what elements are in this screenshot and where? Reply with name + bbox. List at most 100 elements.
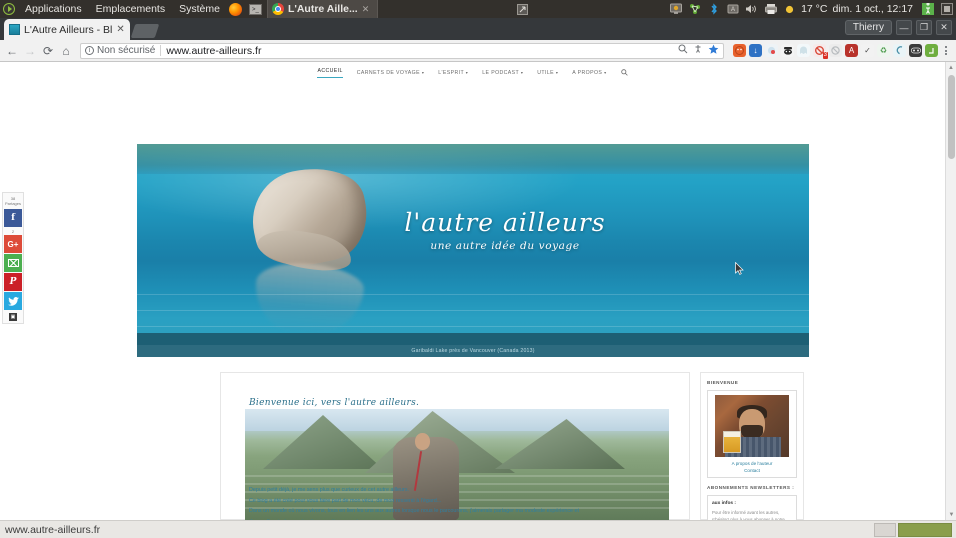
nav-item-le-podcast[interactable]: LE PODCAST ▾: [482, 70, 523, 76]
facebook-share-button[interactable]: f: [4, 209, 22, 227]
privacy-badger-icon[interactable]: [781, 44, 794, 57]
evernote-icon[interactable]: [893, 44, 906, 57]
tab-title: L'Autre Ailleurs - Bl: [24, 23, 113, 36]
hero-reflection: [252, 260, 366, 340]
article-paragraph: Dans un monde où nous vivons, tous en li…: [249, 508, 580, 515]
share-more-button[interactable]: ▣: [9, 313, 17, 321]
search-icon[interactable]: [678, 44, 688, 57]
taskbar-window-chrome[interactable]: L'Autre Aille... ✕: [266, 0, 379, 18]
omnibox-actions: [678, 44, 719, 58]
security-badge[interactable]: i Non sécurisé: [85, 45, 155, 56]
panel-menu-systeme[interactable]: Système: [172, 0, 227, 18]
screenshot-icon[interactable]: [765, 44, 778, 57]
site-favicon: [9, 24, 20, 35]
clock-label[interactable]: dim. 1 oct., 12:17: [827, 3, 918, 15]
nav-item-carnets-de-voyage[interactable]: CARNETS DE VOYAGE ▾: [357, 70, 424, 76]
browser-toolbar: ← → ⟳ ⌂ i Non sécurisé www.autre-ailleur…: [0, 40, 956, 62]
about-author-link[interactable]: A propos de l'auteur: [712, 461, 792, 466]
chrome-icon: [271, 3, 284, 15]
scrollbar-thumb[interactable]: [948, 75, 955, 159]
nav-item-lesprit[interactable]: L'ESPRIT ▾: [438, 70, 468, 76]
printer-icon[interactable]: [763, 1, 778, 17]
recycle-icon[interactable]: ♻: [877, 44, 890, 57]
taskbar-window-active[interactable]: [898, 522, 952, 537]
display-icon[interactable]: [668, 1, 683, 17]
article-paragraph: Depuis petit déjà, je me sens plus que c…: [249, 487, 410, 493]
panel-menu-applications[interactable]: Applications: [18, 0, 89, 18]
minimize-button[interactable]: —: [896, 20, 912, 35]
vertical-scrollbar[interactable]: ▲ ▼: [945, 62, 956, 520]
nav-item-utile[interactable]: UTILE ▾: [537, 70, 558, 76]
newsletter-heading: aux infos :: [712, 501, 736, 506]
window-controls: Thierry — ❐ ✕: [844, 20, 952, 35]
twitter-share-button[interactable]: [4, 292, 22, 310]
ghostery-icon[interactable]: [797, 44, 810, 57]
translate-icon[interactable]: [694, 44, 702, 57]
close-icon[interactable]: ✕: [362, 4, 370, 15]
accessibility-icon[interactable]: [920, 1, 935, 17]
omnibox-divider: [160, 45, 162, 56]
url-text: www.autre-ailleurs.fr: [166, 44, 262, 57]
download-manager-icon[interactable]: ↓: [749, 44, 762, 57]
close-button[interactable]: ✕: [936, 20, 952, 35]
keyboard-icon[interactable]: A: [725, 1, 740, 17]
search-icon[interactable]: [620, 68, 628, 78]
forward-button[interactable]: →: [22, 43, 38, 59]
lastpass-icon[interactable]: [909, 44, 922, 57]
session-buddy-icon[interactable]: [925, 44, 938, 57]
new-tab-button[interactable]: [130, 24, 160, 38]
taskbar-window-other[interactable]: [874, 522, 896, 537]
network-icon[interactable]: [687, 1, 702, 17]
scroll-down-arrow[interactable]: ▼: [946, 509, 956, 520]
page-sidebar: BIENVENUE A propos de l'auteur Contact A…: [700, 372, 804, 520]
firefox-icon[interactable]: [228, 1, 245, 17]
back-button[interactable]: ←: [4, 43, 20, 59]
pdf-viewer-icon[interactable]: A: [845, 44, 858, 57]
close-icon[interactable]: ✕: [116, 24, 124, 35]
bluetooth-icon[interactable]: [706, 1, 721, 17]
author-photo: [715, 395, 789, 457]
email-share-button[interactable]: [4, 254, 22, 272]
nav-item-a-propos[interactable]: A PROPOS ▾: [572, 70, 606, 76]
ublock-icon[interactable]: 3: [813, 44, 828, 59]
workspace-switcher-icon[interactable]: [515, 1, 530, 17]
extension-toolbar: ↓ 3 A ✓ ♻: [730, 44, 938, 59]
chrome-menu-icon[interactable]: [940, 46, 952, 55]
info-icon: i: [85, 46, 94, 55]
hero-shoreline: [137, 144, 809, 174]
pinterest-share-button[interactable]: P: [4, 273, 22, 291]
hero-title: l'autre ailleurs: [404, 208, 606, 237]
googleplus-share-button[interactable]: G+: [4, 235, 22, 253]
system-logo-icon[interactable]: [0, 0, 18, 18]
adblock-icon[interactable]: [733, 44, 746, 57]
tasks-icon[interactable]: ✓: [861, 44, 874, 57]
hero-bottom-bar: [137, 333, 809, 345]
scroll-up-arrow[interactable]: ▲: [946, 62, 956, 73]
contact-link[interactable]: Contact: [712, 468, 792, 473]
page-viewport: ACCUEIL CARNETS DE VOYAGE ▾ L'ESPRIT ▾ L…: [0, 62, 956, 520]
browser-tab[interactable]: L'Autre Ailleurs - Bl ✕: [4, 19, 130, 40]
svg-text:A: A: [731, 7, 735, 13]
author-widget: A propos de l'auteur Contact: [707, 390, 797, 478]
nav-item-accueil[interactable]: ACCUEIL: [317, 68, 343, 78]
maximize-button[interactable]: ❐: [916, 20, 932, 35]
volume-icon[interactable]: [744, 1, 759, 17]
reload-button[interactable]: ⟳: [40, 43, 56, 59]
article-paragraph: Ce blog a été créé pour vous faire part …: [249, 497, 442, 504]
article-card: Bienvenue ici, vers l'autre ailleurs. De…: [220, 372, 690, 520]
chrome-browser-window: L'Autre Ailleurs - Bl ✕ Thierry — ❐ ✕ ← …: [0, 18, 956, 520]
chevron-down-icon: ▾: [555, 70, 559, 75]
profile-button[interactable]: Thierry: [844, 20, 892, 35]
noscript-icon[interactable]: [829, 44, 842, 57]
panel-menu-emplacements[interactable]: Emplacements: [89, 0, 172, 18]
chevron-down-icon: ▾: [604, 70, 607, 75]
bookmark-star-icon[interactable]: [708, 44, 719, 58]
share-count: 38 Partages: [4, 196, 21, 206]
newsletter-description: Pour être informé avant les autres, n'hé…: [712, 510, 785, 520]
power-icon[interactable]: [939, 1, 954, 17]
chevron-down-icon: ▾: [520, 70, 524, 75]
taskbar-window-list: [874, 522, 956, 537]
terminal-icon[interactable]: >_: [248, 1, 265, 17]
home-button[interactable]: ⌂: [58, 43, 74, 59]
address-bar[interactable]: i Non sécurisé www.autre-ailleurs.fr: [80, 42, 724, 59]
